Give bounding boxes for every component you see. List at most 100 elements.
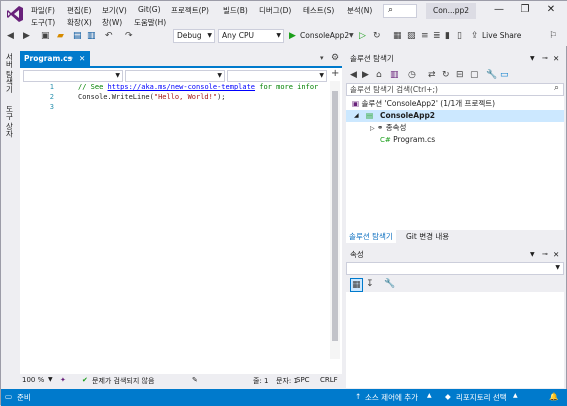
tree-item-solution[interactable]: ▣ 솔루션 'ConsoleApp2' (1/1개 프로젝트) bbox=[352, 98, 495, 110]
solution-tree: ▣ 솔루션 'ConsoleApp2' (1/1개 프로젝트) ◢ ▤ Cons… bbox=[346, 96, 564, 230]
brush-icon[interactable]: ✎ bbox=[192, 376, 198, 384]
redo-icon[interactable]: ↷ bbox=[125, 30, 133, 42]
toolbar-icon-c[interactable]: ≡ bbox=[421, 30, 429, 42]
switch-view-icon[interactable]: ▥ bbox=[390, 69, 399, 81]
vertical-scrollbar[interactable] bbox=[330, 81, 340, 359]
save-icon[interactable]: ▤ bbox=[73, 30, 82, 42]
menu-project[interactable]: 프로젝트(P) bbox=[171, 5, 209, 16]
properties-object-select[interactable]: ▼ bbox=[346, 262, 564, 275]
forward-icon[interactable]: ▶ bbox=[23, 30, 30, 42]
menu-edit[interactable]: 편집(E) bbox=[67, 5, 91, 16]
undo-icon[interactable]: ↶ bbox=[105, 30, 113, 42]
new-project-icon[interactable]: ▣ bbox=[41, 30, 50, 42]
menu-window[interactable]: 창(W) bbox=[102, 17, 122, 28]
panel-dropdown-icon[interactable]: ▼ bbox=[530, 51, 535, 66]
open-folder-icon[interactable]: ▰ bbox=[57, 30, 64, 42]
pin-icon[interactable]: ⊸ bbox=[67, 51, 73, 66]
toolbar-icon-e[interactable]: ▮ bbox=[445, 30, 450, 42]
select-repository-button[interactable]: 리포지토리 선택 bbox=[456, 392, 507, 403]
menu-file[interactable]: 파일(F) bbox=[31, 5, 55, 16]
tab-program-cs[interactable]: Program.cs ⊸ ✕ bbox=[20, 51, 90, 66]
panel-dropdown-icon[interactable]: ▼ bbox=[530, 247, 535, 262]
pin-icon[interactable]: ⊸ bbox=[542, 247, 548, 262]
search-input[interactable]: ⌕ bbox=[383, 4, 417, 18]
collapse-all-icon[interactable]: ⊟ bbox=[456, 69, 464, 81]
categorized-icon[interactable]: ▦ bbox=[350, 278, 363, 292]
code-line-2[interactable]: Console.WriteLine("Hello, World!"); bbox=[78, 93, 226, 101]
collapse-icon[interactable]: ▷ bbox=[370, 125, 375, 132]
save-all-icon[interactable]: ▥ bbox=[87, 30, 96, 42]
toolbar-icon-f[interactable]: ▯ bbox=[457, 30, 462, 42]
menu-debug[interactable]: 디버그(D) bbox=[259, 5, 291, 16]
chevron-up-icon: ▲ bbox=[427, 392, 432, 399]
minimize-button[interactable]: — bbox=[489, 3, 509, 17]
live-share-button[interactable]: Live Share bbox=[482, 31, 521, 40]
solution-search-input[interactable]: 솔루션 탐색기 검색(Ctrl+;) ⌕ bbox=[346, 83, 564, 96]
tab-list-icon[interactable]: ▾ bbox=[320, 52, 324, 64]
back-icon[interactable]: ◀ bbox=[350, 69, 357, 81]
close-panel-icon[interactable]: ✕ bbox=[553, 247, 559, 262]
menu-view[interactable]: 보기(V) bbox=[102, 5, 127, 16]
home-icon[interactable]: ⌂ bbox=[376, 69, 382, 81]
tree-item-program-cs[interactable]: C# Program.cs bbox=[380, 134, 435, 146]
start-without-debug-icon[interactable]: ▷ bbox=[359, 30, 366, 42]
menu-analyze[interactable]: 분석(N) bbox=[347, 5, 372, 16]
menu-build[interactable]: 빌드(B) bbox=[223, 5, 248, 16]
editor-tab-strip: Program.cs ⊸ ✕ ▾ ⚙ bbox=[20, 51, 342, 66]
pending-changes-icon[interactable]: ◷ bbox=[408, 69, 416, 81]
show-all-files-icon[interactable]: ▢ bbox=[470, 69, 479, 81]
start-debug-icon[interactable]: ▶ bbox=[289, 30, 296, 42]
tree-item-dependencies[interactable]: ▷ ⚭ 종속성 bbox=[370, 122, 406, 134]
solution-panel-tabs: 솔루션 탐색기 Git 변경 내용 bbox=[346, 230, 564, 243]
close-button[interactable]: ✕ bbox=[541, 3, 561, 17]
refresh-icon[interactable]: ↻ bbox=[442, 69, 450, 81]
close-panel-icon[interactable]: ✕ bbox=[553, 51, 559, 66]
zoom-level[interactable]: 100 % bbox=[22, 376, 44, 384]
toolbar-icon-b[interactable]: ▧ bbox=[407, 30, 416, 42]
alphabetical-icon[interactable]: ↧ bbox=[366, 278, 374, 290]
sync-icon[interactable]: ⇄ bbox=[428, 69, 436, 81]
add-to-source-control-button[interactable]: 소스 제어에 추가 bbox=[365, 392, 418, 403]
code-editor: ▼ ▼ ▼ + 1 // See https://aka.ms/new-cons… bbox=[20, 66, 342, 374]
toolbox-tab[interactable]: 도구 상자 bbox=[4, 105, 15, 137]
live-share-icon[interactable]: ⇪ bbox=[471, 30, 479, 42]
toolbar-icon-d[interactable]: ≣ bbox=[433, 30, 441, 42]
line-number: 1 bbox=[49, 83, 54, 91]
forward-icon[interactable]: ▶ bbox=[362, 69, 369, 81]
settings-icon[interactable]: ⚙ bbox=[331, 52, 339, 64]
intellicode-icon[interactable]: ✦ bbox=[60, 376, 66, 384]
platform-select[interactable]: Any CPU ▼ bbox=[218, 29, 284, 43]
issues-status[interactable]: 문제가 검색되지 않음 bbox=[92, 376, 154, 386]
hot-reload-icon[interactable]: ↻ bbox=[373, 30, 381, 42]
scrollbar-thumb[interactable] bbox=[332, 91, 338, 341]
tree-item-project[interactable]: ◢ ▤ ConsoleApp2 bbox=[346, 110, 564, 122]
pin-icon[interactable]: ⊸ bbox=[542, 51, 548, 66]
menu-extensions[interactable]: 확장(X) bbox=[67, 17, 92, 28]
menu-tools[interactable]: 도구(T) bbox=[31, 17, 55, 28]
property-pages-icon[interactable]: 🔧 bbox=[384, 278, 395, 290]
side-tab-strip: 서버 탐색기 도구 상자 bbox=[1, 49, 20, 374]
code-line-1[interactable]: // See https://aka.ms/new-console-templa… bbox=[78, 83, 318, 91]
toolbar: ◀ ▶ ▣ ▰ ▤ ▥ ↶ ↷ Debug ▼ Any CPU ▼ ▶ Consol… bbox=[1, 28, 567, 46]
configuration-select[interactable]: Debug ▼ bbox=[173, 29, 215, 43]
toolbar-icon-a[interactable]: ▦ bbox=[393, 30, 402, 42]
split-editor-icon[interactable]: + bbox=[331, 68, 339, 80]
back-icon[interactable]: ◀ bbox=[7, 30, 14, 42]
properties-icon[interactable]: 🔧 bbox=[486, 69, 497, 81]
zoom-dropdown-icon[interactable]: ▼ bbox=[48, 376, 53, 383]
start-target-label[interactable]: ConsoleApp2 bbox=[300, 31, 349, 40]
tab-git-changes[interactable]: Git 변경 내용 bbox=[406, 231, 449, 242]
maximize-button[interactable]: ❐ bbox=[515, 3, 535, 17]
close-tab-icon[interactable]: ✕ bbox=[79, 51, 85, 66]
menu-git[interactable]: Git(G) bbox=[138, 5, 161, 14]
notifications-icon[interactable]: 🔔 bbox=[549, 392, 558, 401]
feedback-icon[interactable]: ⚐ bbox=[549, 30, 557, 42]
start-dropdown-icon[interactable]: ▼ bbox=[349, 30, 354, 42]
tab-solution-explorer[interactable]: 솔루션 탐색기 bbox=[346, 230, 396, 243]
menu-test[interactable]: 테스트(S) bbox=[303, 5, 334, 16]
menu-help[interactable]: 도움말(H) bbox=[134, 17, 166, 28]
code-area[interactable]: 1 // See https://aka.ms/new-console-temp… bbox=[20, 81, 330, 359]
expand-icon[interactable]: ◢ bbox=[354, 110, 359, 122]
preview-icon[interactable]: ▭ bbox=[500, 69, 509, 81]
server-explorer-tab[interactable]: 서버 탐색기 bbox=[4, 53, 15, 93]
